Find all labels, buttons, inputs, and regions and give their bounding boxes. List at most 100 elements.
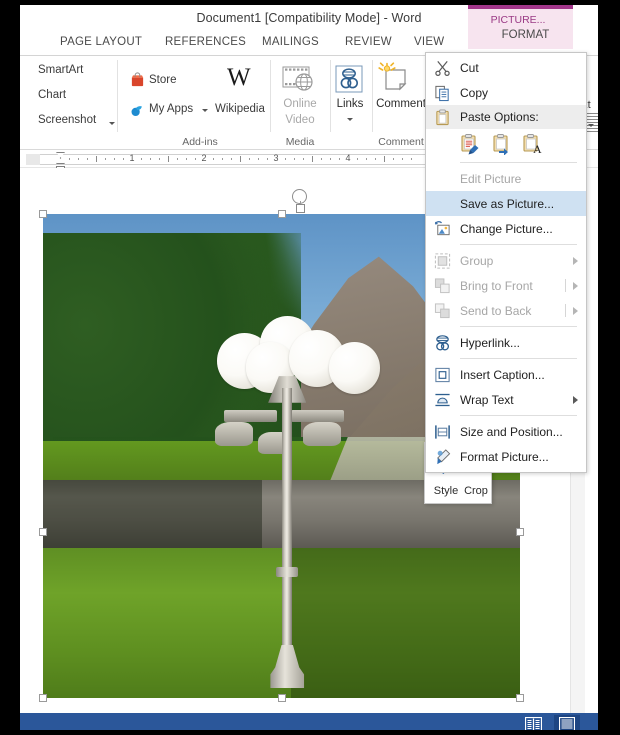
- links-dropdown-arrow[interactable]: [347, 118, 353, 121]
- menu-item-cut[interactable]: Cut: [426, 55, 586, 80]
- paste-keep-source-formatting-icon: [461, 133, 479, 154]
- ruler-tick: [222, 158, 223, 160]
- ruler-tick: [375, 158, 376, 160]
- format-picture-icon: [437, 448, 451, 464]
- menu-item-hyperlink[interactable]: Hyperlink...: [426, 330, 586, 355]
- ruler-tick: [87, 158, 88, 160]
- smartart-button[interactable]: SmartArt: [38, 64, 83, 76]
- ruler-tick: [339, 158, 340, 160]
- contextual-tab-accent-bar: [468, 5, 573, 9]
- resize-handle-top-left[interactable]: [39, 210, 47, 218]
- online-video-label-line1[interactable]: Online: [272, 98, 328, 110]
- photo-grass-shadow: [291, 547, 520, 698]
- ruler-margin-area: [26, 154, 40, 165]
- resize-handle-middle-left[interactable]: [39, 528, 47, 536]
- ruler-tick: [114, 158, 115, 160]
- menu-item-group: Group: [426, 248, 586, 273]
- paste-keep-text-only-button[interactable]: A: [521, 133, 543, 156]
- wikipedia-label[interactable]: Wikipedia: [215, 103, 265, 115]
- ribbon-tab-references[interactable]: REFERENCES: [165, 36, 246, 48]
- size-position-icon: [435, 424, 450, 439]
- photo-lamp-arm-left: [224, 410, 277, 422]
- ruler-tick: [78, 158, 79, 160]
- ruler-tick: [384, 156, 385, 162]
- submenu-arrow-icon: [573, 281, 578, 290]
- chart-button[interactable]: Chart: [38, 89, 66, 101]
- ribbon-tab-view[interactable]: VIEW: [414, 36, 444, 48]
- menu-item-label: Copy: [460, 85, 489, 100]
- resize-handle-bottom-right[interactable]: [516, 694, 524, 702]
- menu-item-insert-caption[interactable]: Insert Caption...: [426, 362, 586, 387]
- online-video-label-line2[interactable]: Video: [272, 114, 328, 126]
- print-layout-view-button[interactable]: [554, 715, 580, 730]
- picture-context-menu: Cut Copy Paste Options: A Edit Picture S…: [425, 52, 587, 473]
- ribbon-tab-page-layout[interactable]: PAGE LAYOUT: [60, 36, 142, 48]
- copy-icon: [435, 85, 449, 101]
- menu-item-size-and-position[interactable]: Size and Position...: [426, 419, 586, 444]
- photo-road-shadow: [43, 480, 263, 548]
- menu-header-paste-options: Paste Options:: [426, 105, 586, 129]
- ruler-tick: [357, 158, 358, 160]
- paste-icon: [436, 109, 449, 126]
- screenshot-button[interactable]: Screenshot: [38, 114, 96, 126]
- menu-separator: [460, 358, 577, 359]
- crop-label: Crop: [464, 485, 488, 497]
- my-apps-label[interactable]: My Apps: [149, 103, 193, 115]
- ruler-tick: [123, 158, 124, 160]
- ruler-number: 4: [345, 153, 351, 163]
- ruler-tick: [240, 156, 241, 162]
- menu-item-copy[interactable]: Copy: [426, 80, 586, 105]
- paste-keep-text-only-icon: A: [523, 133, 542, 156]
- menu-item-label: Bring to Front: [460, 278, 533, 293]
- store-label[interactable]: Store: [149, 74, 177, 86]
- menu-item-change-picture[interactable]: Change Picture...: [426, 216, 586, 241]
- paste-keep-source-formatting-button[interactable]: [459, 133, 481, 155]
- links-label[interactable]: Links: [330, 98, 370, 110]
- group-separator: [372, 60, 373, 132]
- ruler-tick: [168, 156, 169, 162]
- my-apps-icon: [131, 106, 142, 117]
- menu-item-format-picture[interactable]: Format Picture...: [426, 444, 586, 469]
- menu-separator: [460, 415, 577, 416]
- paste-picture-button[interactable]: [490, 133, 512, 156]
- ruler-tick: [159, 158, 160, 160]
- text-box-dropdown-arrow[interactable]: [588, 124, 594, 127]
- my-apps-dropdown-arrow[interactable]: [202, 109, 208, 112]
- picture-tools-contextual-tab[interactable]: PICTURE... FORMAT: [468, 5, 573, 49]
- screen: Document1 [Compatibility Mode] - Word PA…: [0, 0, 620, 735]
- menu-item-label: Send to Back: [460, 303, 532, 318]
- ruler-tick: [267, 158, 268, 160]
- resize-handle-middle-right[interactable]: [516, 528, 524, 536]
- group-separator: [270, 60, 271, 132]
- store-icon: [131, 72, 144, 87]
- paste-options-row: A: [426, 129, 586, 159]
- ruler-tick: [312, 156, 313, 162]
- ruler-tick: [411, 158, 412, 160]
- photo-horse-left: [214, 422, 253, 447]
- ruler-tick: [231, 158, 232, 160]
- ruler-tick: [213, 158, 214, 160]
- photo-lamp-arm-right: [291, 410, 344, 422]
- menu-item-wrap-text[interactable]: Wrap Text: [426, 387, 586, 412]
- resize-handle-bottom-center[interactable]: [278, 694, 286, 702]
- tab-format[interactable]: FORMAT: [478, 29, 573, 41]
- new-comment-icon: [378, 62, 407, 91]
- read-mode-view-button[interactable]: [520, 715, 546, 730]
- menu-separator: [460, 162, 577, 163]
- screenshot-dropdown-arrow[interactable]: [109, 122, 115, 125]
- resize-handle-bottom-left[interactable]: [39, 694, 47, 702]
- bring-to-front-icon: [434, 277, 450, 293]
- word-window: Document1 [Compatibility Mode] - Word PA…: [20, 5, 598, 730]
- menu-separator: [460, 244, 577, 245]
- scissors-icon: [435, 60, 450, 76]
- submenu-arrow-icon: [573, 395, 578, 404]
- resize-handle-top-center[interactable]: [278, 210, 286, 218]
- insert-caption-icon: [435, 367, 450, 382]
- ruler-tick: [249, 158, 250, 160]
- ribbon-tab-review[interactable]: REVIEW: [345, 36, 392, 48]
- ribbon-tab-mailings[interactable]: MAILINGS: [262, 36, 319, 48]
- rotation-handle[interactable]: [296, 204, 305, 213]
- menu-item-save-as-picture[interactable]: Save as Picture...: [426, 191, 586, 216]
- status-bar: [20, 713, 598, 730]
- ruler-number: 3: [273, 153, 279, 163]
